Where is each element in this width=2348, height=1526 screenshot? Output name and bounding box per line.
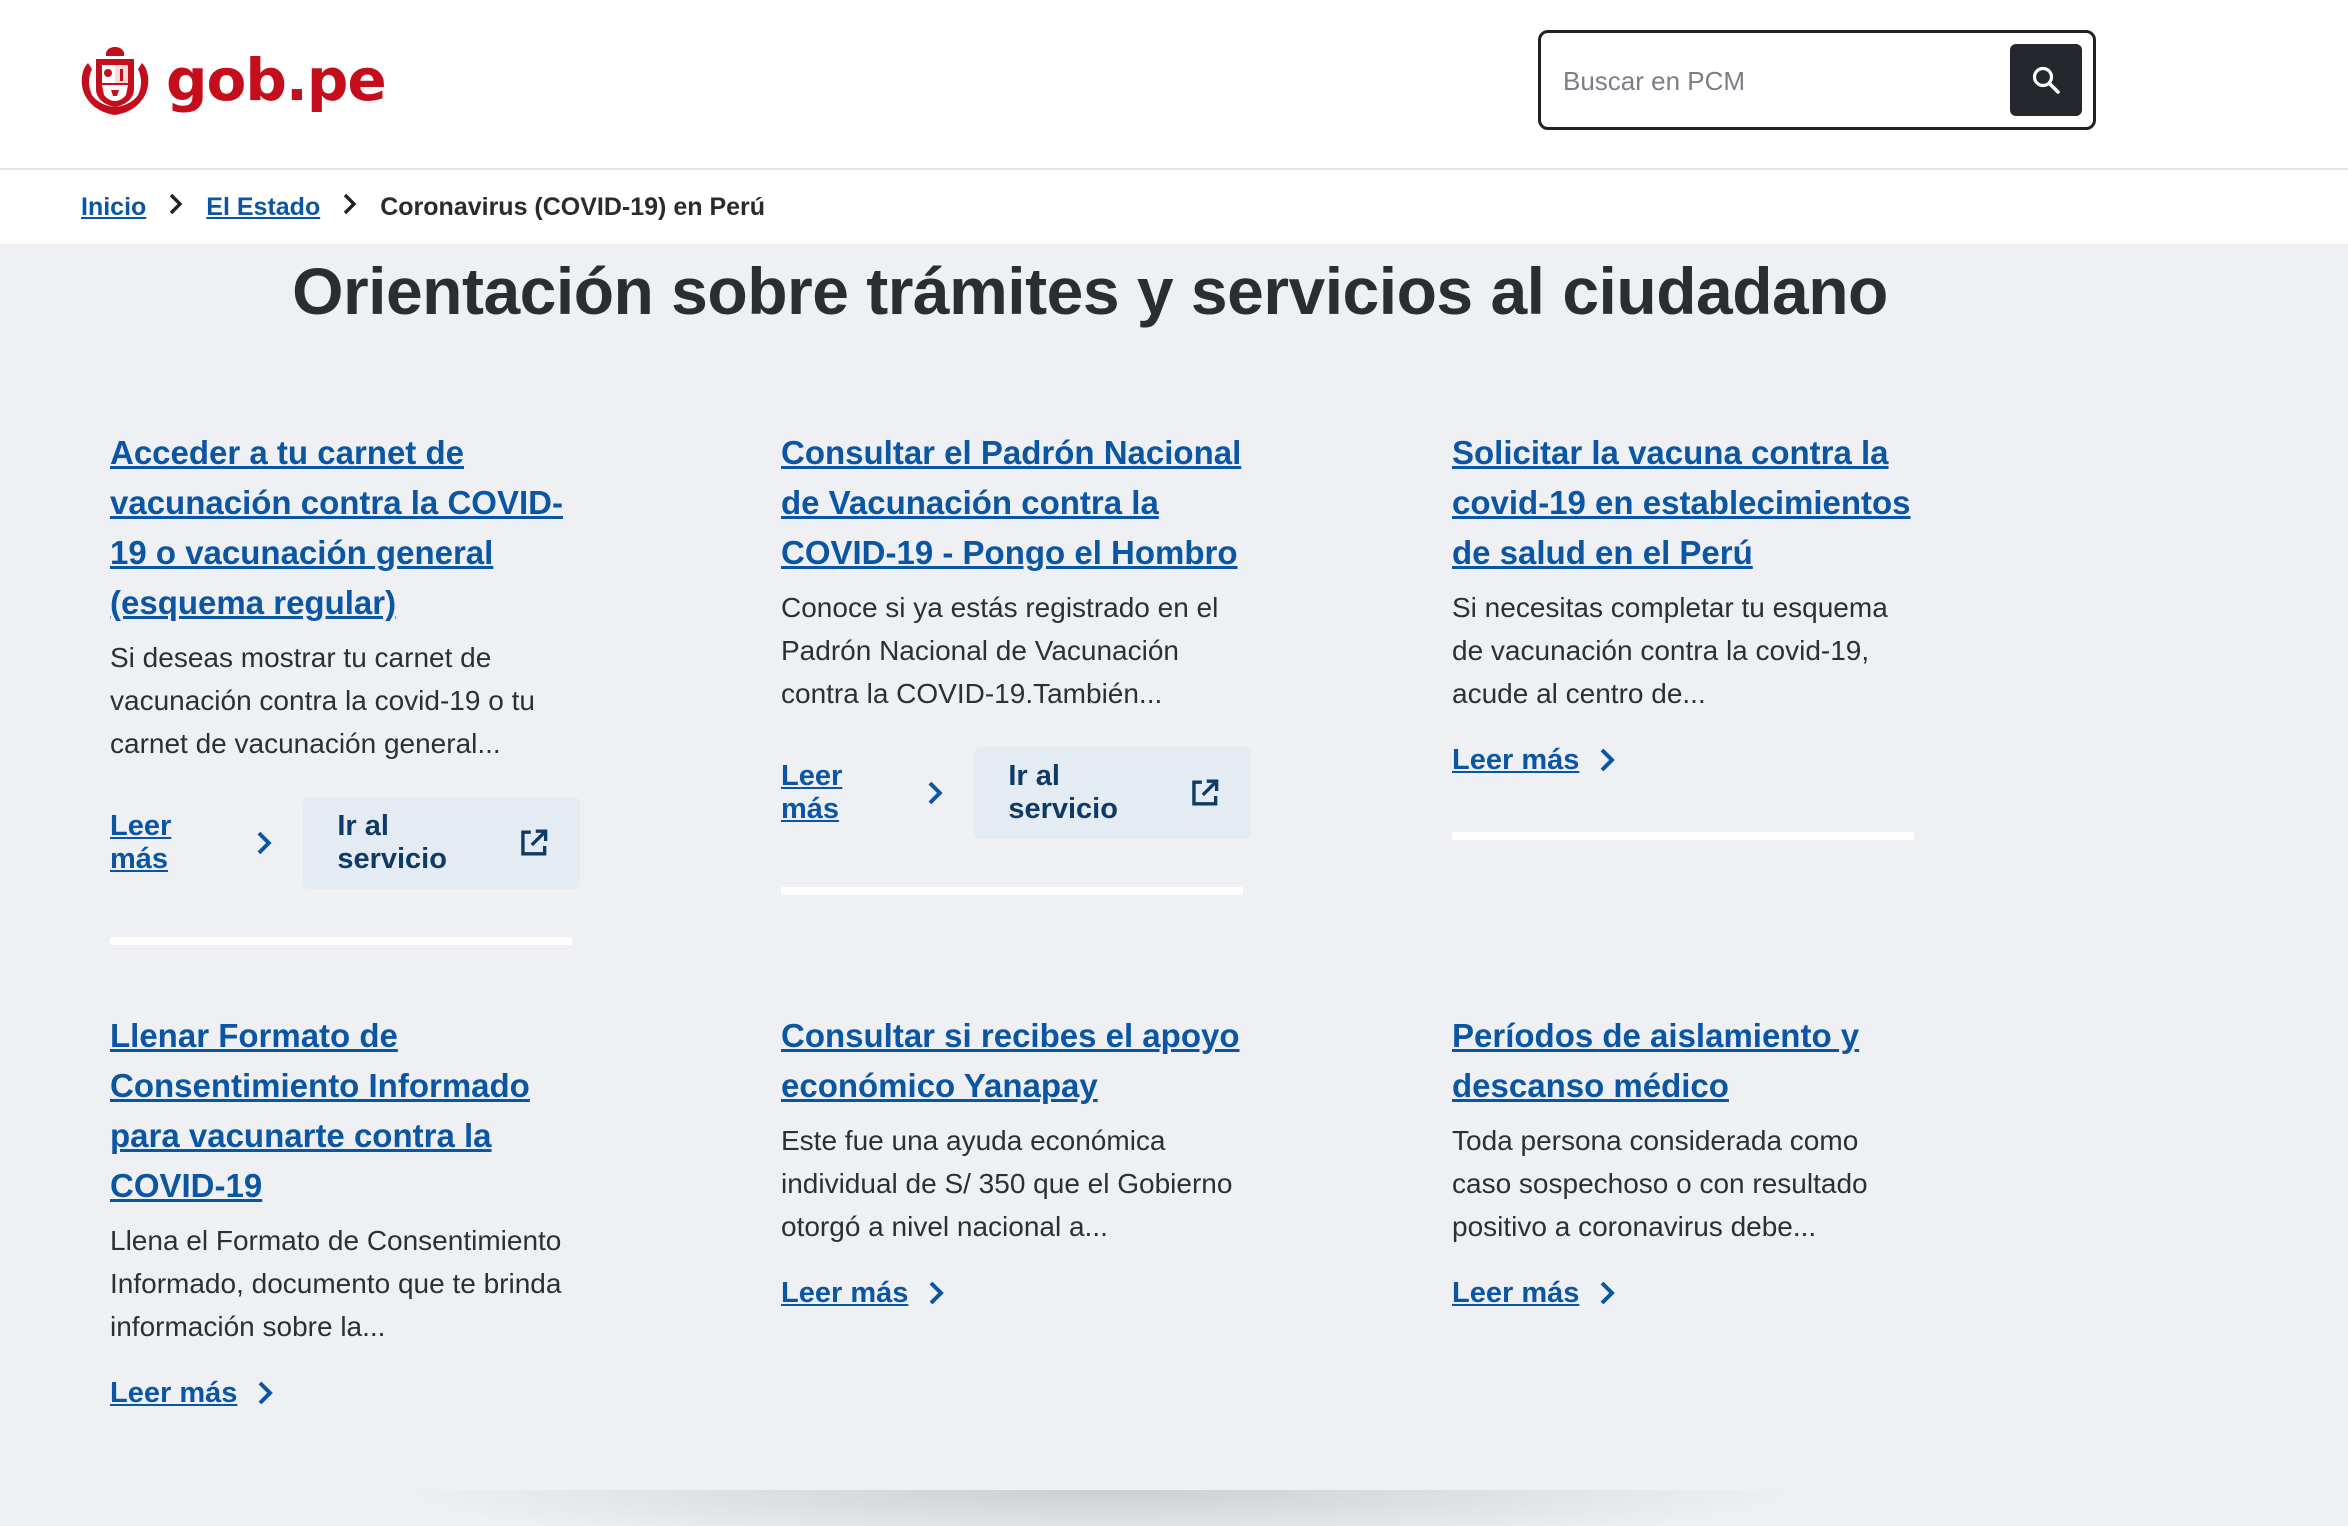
- card-divider: [781, 887, 1243, 895]
- breadcrumb-current: Coronavirus (COVID-19) en Perú: [380, 192, 766, 221]
- chevron-right-icon: [146, 192, 206, 223]
- card-title-link[interactable]: Períodos de aislamiento y descanso médic…: [1452, 1011, 1922, 1111]
- read-more-label: Leer más: [1452, 743, 1580, 776]
- breadcrumb-link-el-estado[interactable]: El Estado: [206, 193, 320, 222]
- card-actions: Leer más: [781, 1258, 1251, 1328]
- card-divider: [1452, 832, 1914, 840]
- go-to-service-button[interactable]: Ir al servicio: [303, 797, 580, 889]
- card-description: Conoce si ya estás registrado en el Padr…: [781, 592, 1219, 709]
- read-more-label: Leer más: [110, 810, 172, 875]
- card-description: Toda persona considerada como caso sospe…: [1452, 1125, 1868, 1242]
- chevron-right-icon: [257, 831, 272, 855]
- chevron-right-icon: [928, 781, 943, 805]
- read-more-link[interactable]: Leer más: [1452, 744, 1647, 777]
- card-actions: Leer más Ir al servicio: [781, 747, 1251, 839]
- peru-coat-of-arms-icon: [81, 47, 149, 115]
- read-more-link[interactable]: Leer más: [110, 810, 303, 876]
- card-title-link[interactable]: Consultar el Padrón Nacional de Vacunaci…: [781, 428, 1251, 578]
- read-more-link[interactable]: Leer más: [110, 1377, 305, 1410]
- read-more-link[interactable]: Leer más: [1452, 1277, 1647, 1310]
- gobpe-logo[interactable]: gob.pe: [78, 42, 387, 118]
- breadcrumb-link-inicio[interactable]: Inicio: [81, 193, 146, 222]
- breadcrumb: Inicio El Estado Coronavirus (COVID-19) …: [0, 170, 2348, 244]
- card-actions: Leer más Ir al servicio: [110, 797, 580, 889]
- chevron-right-icon: [929, 1281, 945, 1305]
- card-description: Llena el Formato de Consentimiento Infor…: [110, 1225, 562, 1342]
- go-to-service-button[interactable]: Ir al servicio: [974, 747, 1251, 839]
- external-link-icon: [1192, 779, 1219, 806]
- site-header: gob.pe: [0, 0, 2348, 170]
- read-more-label: Leer más: [781, 1276, 909, 1309]
- service-card: Períodos de aislamiento y descanso médic…: [1452, 1011, 1922, 1328]
- service-card: Consultar si recibes el apoyo económico …: [781, 1011, 1251, 1328]
- card-description: Si necesitas completar tu esquema de vac…: [1452, 592, 1888, 709]
- external-link-icon: [521, 829, 548, 856]
- card-title-link[interactable]: Solicitar la vacuna contra la covid-19 e…: [1452, 428, 1922, 578]
- go-to-service-label: Ir al servicio: [1008, 760, 1118, 825]
- read-more-label: Leer más: [781, 760, 843, 825]
- section-shadow: [380, 1490, 1820, 1526]
- search-button[interactable]: [2010, 44, 2082, 116]
- go-to-service-label: Ir al servicio: [337, 810, 447, 875]
- read-more-label: Leer más: [1452, 1276, 1580, 1309]
- card-title-link[interactable]: Acceder a tu carnet de vacunación contra…: [110, 428, 580, 628]
- card-divider: [110, 937, 572, 945]
- logo-text: gob.pe: [166, 46, 387, 114]
- card-actions: Leer más: [1452, 725, 1922, 795]
- service-card: Solicitar la vacuna contra la covid-19 e…: [1452, 428, 1922, 840]
- card-title-link[interactable]: Llenar Formato de Consentimiento Informa…: [110, 1011, 580, 1211]
- service-card: Llenar Formato de Consentimiento Informa…: [110, 1011, 580, 1428]
- read-more-link[interactable]: Leer más: [781, 760, 974, 826]
- service-card: Acceder a tu carnet de vacunación contra…: [110, 428, 580, 945]
- card-actions: Leer más: [1452, 1258, 1922, 1328]
- read-more-link[interactable]: Leer más: [781, 1277, 976, 1310]
- search-input[interactable]: [1563, 55, 1993, 107]
- search-icon: [2032, 66, 2060, 94]
- card-description: Este fue una ayuda económica individual …: [781, 1125, 1233, 1242]
- chevron-right-icon: [258, 1381, 274, 1405]
- card-description: Si deseas mostrar tu carnet de vacunació…: [110, 642, 535, 759]
- card-title-link[interactable]: Consultar si recibes el apoyo económico …: [781, 1011, 1251, 1111]
- card-actions: Leer más: [110, 1358, 580, 1428]
- search-box: [1538, 30, 2096, 130]
- chevron-right-icon: [1600, 748, 1616, 772]
- chevron-right-icon: [1600, 1281, 1616, 1305]
- page-title: Orientación sobre trámites y servicios a…: [292, 254, 1888, 328]
- chevron-right-icon: [320, 192, 380, 223]
- read-more-label: Leer más: [110, 1376, 238, 1409]
- service-card: Consultar el Padrón Nacional de Vacunaci…: [781, 428, 1251, 895]
